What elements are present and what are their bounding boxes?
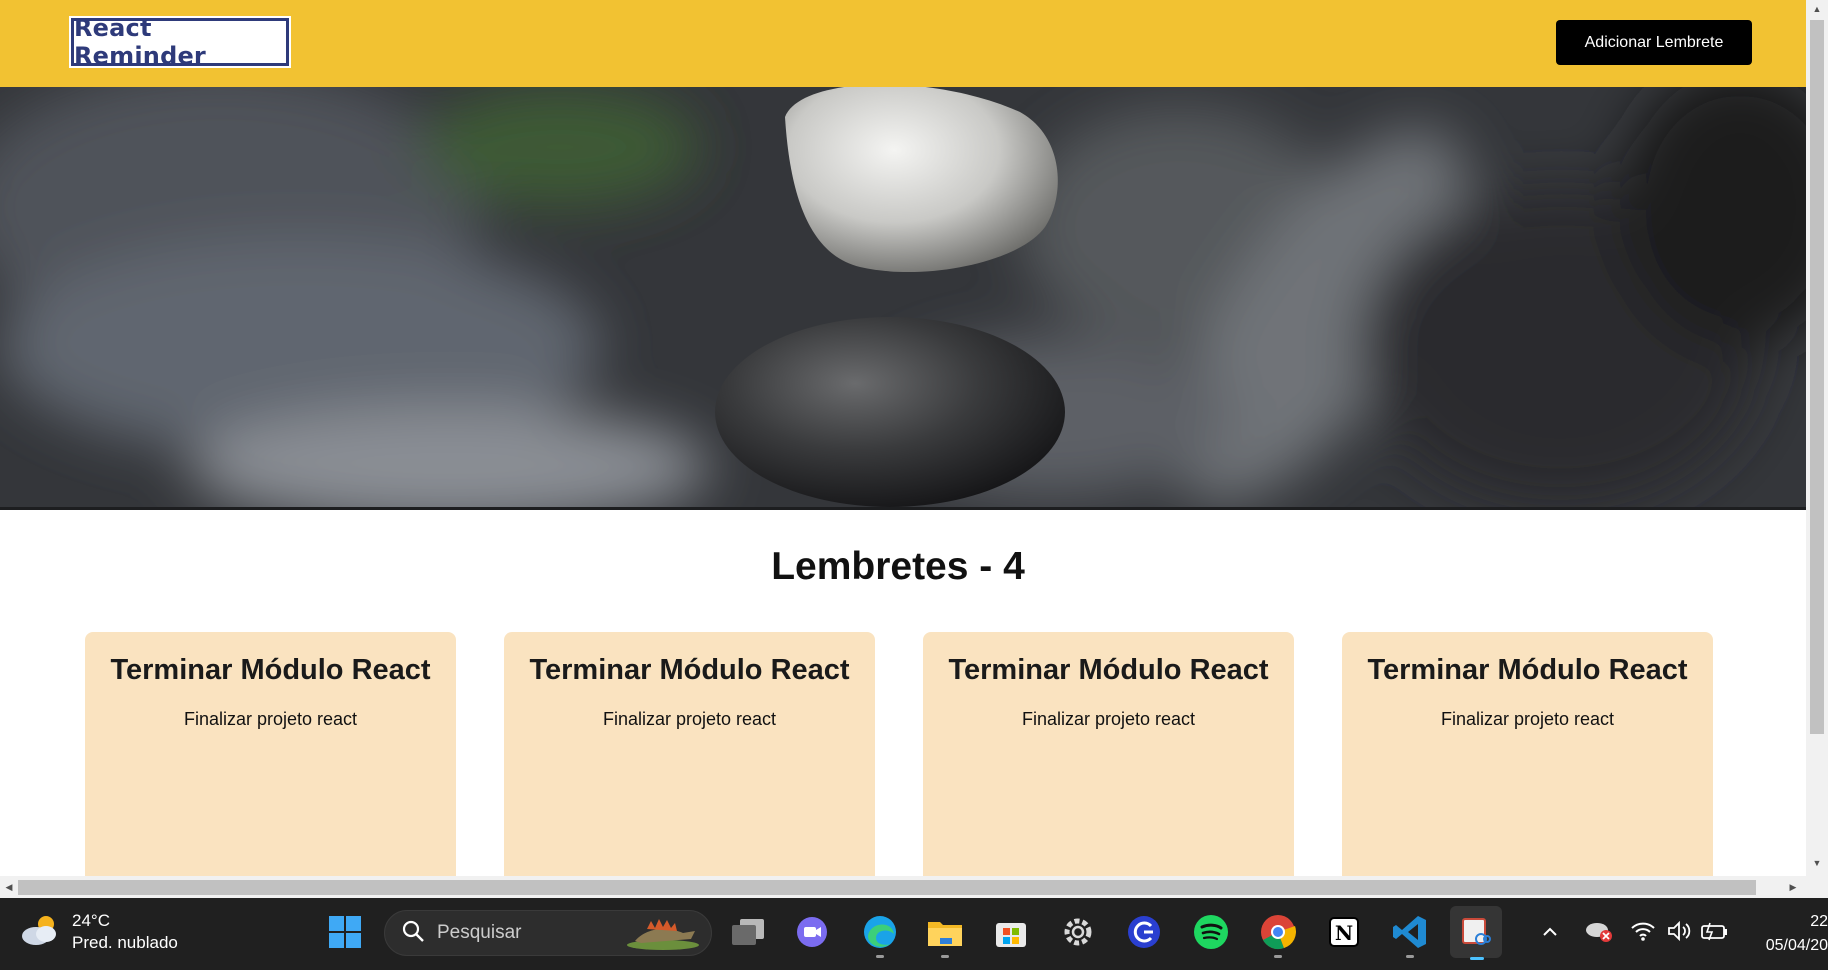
chevron-up-icon[interactable] <box>1540 922 1560 947</box>
taskbar-search[interactable]: Pesquisar <box>384 910 712 956</box>
dinosaur-icon <box>625 911 701 956</box>
reminder-title: Terminar Módulo React <box>529 654 850 686</box>
reminder-title: Terminar Módulo React <box>1367 654 1688 686</box>
onedrive-error-icon[interactable] <box>1584 918 1614 949</box>
add-reminder-button[interactable]: Adicionar Lembrete <box>1556 20 1752 65</box>
notion-icon[interactable]: N <box>1324 912 1364 952</box>
weather-temperature: 24°C <box>72 911 110 930</box>
scroll-up-icon[interactable]: ▲ <box>1810 2 1824 16</box>
reminder-card[interactable]: Terminar Módulo React Finalizar projeto … <box>85 632 456 876</box>
app-header: React Reminder Adicionar Lembrete <box>0 0 1806 87</box>
running-indicator <box>941 955 949 958</box>
reminder-card[interactable]: Terminar Módulo React Finalizar projeto … <box>504 632 875 876</box>
chat-icon[interactable] <box>792 912 832 952</box>
reminder-card[interactable]: Terminar Módulo React Finalizar projeto … <box>923 632 1294 876</box>
scroll-left-icon[interactable]: ◀ <box>2 880 16 894</box>
running-indicator <box>876 955 884 958</box>
task-view-icon[interactable] <box>728 912 768 952</box>
system-clock[interactable]: 22 05/04/20 <box>1752 910 1828 958</box>
logo-text: React Reminder <box>74 14 206 70</box>
app-logo[interactable]: React Reminder <box>69 14 291 70</box>
reminder-description: Finalizar projeto react <box>1021 709 1196 729</box>
store-icon[interactable] <box>991 912 1031 952</box>
vscode-icon[interactable] <box>1390 912 1430 958</box>
chrome-icon[interactable] <box>1258 912 1298 958</box>
reminder-description: Finalizar projeto react <box>1440 709 1615 729</box>
reminder-title: Terminar Módulo React <box>110 654 431 686</box>
spotify-icon[interactable] <box>1191 912 1231 952</box>
hero-image <box>0 87 1806 510</box>
cloud-sun-icon <box>18 912 62 953</box>
scrollbar-corner <box>1806 876 1828 898</box>
weather-condition: Pred. nublado <box>72 933 178 952</box>
reminders-title: Lembretes - 4 <box>771 545 1025 588</box>
reminder-card[interactable]: Terminar Módulo React Finalizar projeto … <box>1342 632 1713 876</box>
vertical-scroll-thumb[interactable] <box>1810 20 1824 734</box>
running-indicator <box>1274 955 1282 958</box>
reminder-title: Terminar Módulo React <box>948 654 1269 686</box>
wifi-icon[interactable] <box>1630 920 1656 947</box>
search-app-icon[interactable] <box>1124 912 1164 952</box>
running-indicator <box>1406 955 1414 958</box>
volume-icon[interactable] <box>1666 920 1692 947</box>
white-stone <box>785 87 1058 272</box>
windows-taskbar: 24°C Pred. nublado Pesquisar N 22 05/04/… <box>0 898 1828 970</box>
reminder-description: Finalizar projeto react <box>602 709 777 729</box>
start-icon[interactable] <box>325 912 365 952</box>
file-explorer-icon[interactable] <box>925 912 965 958</box>
battery-icon[interactable] <box>1700 920 1730 947</box>
scroll-right-icon[interactable]: ▶ <box>1786 880 1800 894</box>
edge-icon[interactable] <box>860 912 900 958</box>
scroll-down-icon[interactable]: ▼ <box>1810 856 1824 870</box>
settings-icon[interactable] <box>1058 912 1098 952</box>
browser-viewport: React Reminder Adicionar Lembrete Lembre… <box>0 0 1806 876</box>
search-icon <box>401 919 425 948</box>
reminder-description: Finalizar projeto react <box>183 709 358 729</box>
weather-widget[interactable]: 24°C Pred. nublado <box>18 910 178 954</box>
clock-time: 22 <box>1810 913 1828 930</box>
svg-text:N: N <box>1335 921 1353 945</box>
horizontal-scroll-thumb[interactable] <box>18 880 1756 895</box>
dark-stone <box>715 317 1065 507</box>
active-indicator <box>1470 957 1484 960</box>
snipping-tool-icon[interactable] <box>1450 906 1502 960</box>
clock-date: 05/04/20 <box>1765 937 1828 954</box>
search-placeholder: Pesquisar <box>437 922 522 943</box>
